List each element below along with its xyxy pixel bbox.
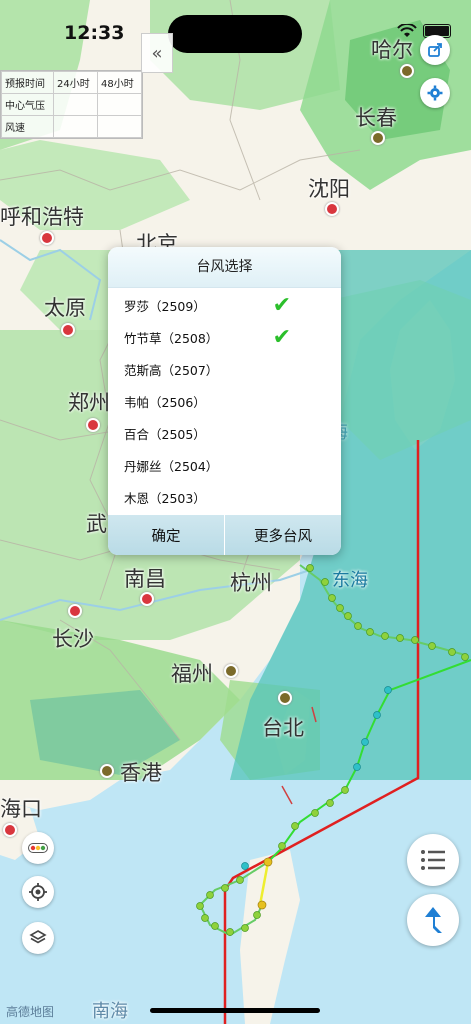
- city-dot-zhengzhou: [86, 418, 100, 432]
- map-label-changsha: 长沙: [52, 627, 94, 651]
- city-dot-changchun: [371, 131, 385, 145]
- table-cell: [53, 93, 98, 116]
- traffic-button[interactable]: [22, 832, 54, 864]
- city-dot-taibei: [278, 691, 292, 705]
- gear-icon: [427, 85, 443, 101]
- table-row: 风速: [0, 115, 142, 138]
- forecast-info-table: 预报时间 24小时 48小时 中心气压 风速: [0, 70, 143, 139]
- map-label-hangzhou: 杭州: [230, 571, 272, 595]
- map-label-zhengzhou: 郑州: [68, 391, 110, 415]
- typhoon-select-dialog: 台风选择 罗莎（2509） ✔ 竹节草（2508） ✔ 范斯高（2507） 韦帕…: [108, 247, 341, 555]
- check-icon: ✔: [272, 324, 291, 350]
- typhoon-name: 百合（2505）: [124, 426, 206, 442]
- map-label-nanchang: 南昌: [124, 567, 166, 591]
- dialog-buttons: 确定 更多台风: [108, 515, 341, 555]
- table-cell: [53, 115, 98, 138]
- home-indicator[interactable]: [150, 1008, 320, 1013]
- typhoon-item-2508[interactable]: 竹节草（2508） ✔: [108, 321, 341, 353]
- table-cell: [97, 93, 142, 116]
- map-label-shenyang: 沈阳: [308, 177, 350, 201]
- dialog-title: 台风选择: [108, 247, 341, 288]
- city-dot-changsha: [68, 604, 82, 618]
- map-label-taiyuan: 太原: [44, 296, 86, 320]
- map-label-fuzhou: 福州: [171, 662, 213, 686]
- typhoon-item-2505[interactable]: 百合（2505）: [108, 417, 341, 449]
- collapse-table-button[interactable]: «: [141, 33, 173, 73]
- city-dot-fuzhou: [224, 664, 238, 678]
- table-row: 中心气压: [0, 93, 142, 116]
- share-icon: [428, 43, 442, 57]
- map-label-haikou: 海口: [0, 797, 42, 821]
- city-dot-haerbin: [400, 64, 414, 78]
- map-label-huhehaote: 呼和浩特: [0, 205, 84, 229]
- city-dot-taiyuan: [61, 323, 75, 337]
- typhoon-name: 韦帕（2506）: [124, 394, 206, 410]
- city-dot-haikou: [3, 823, 17, 837]
- dynamic-island: [168, 15, 302, 53]
- navigate-button[interactable]: [407, 894, 459, 946]
- city-dot-shenyang: [325, 202, 339, 216]
- typhoon-name: 竹节草（2508）: [124, 330, 219, 346]
- settings-button[interactable]: [420, 78, 450, 108]
- city-dot-huhehaote: [40, 231, 54, 245]
- layers-button[interactable]: [22, 922, 54, 954]
- list-button[interactable]: [407, 834, 459, 886]
- table-header-row: 预报时间 24小时 48小时: [0, 71, 142, 94]
- table-row-label: 风速: [0, 115, 55, 138]
- map-label-xianggang: 香港: [120, 761, 162, 785]
- map-label-donghai: 东海: [332, 570, 368, 591]
- typhoon-name: 木恩（2503）: [124, 490, 206, 506]
- typhoon-name: 罗莎（2509）: [124, 298, 206, 314]
- table-header-cell: 24小时: [53, 71, 98, 94]
- navigate-icon: [425, 907, 442, 933]
- map-label-taibei: 台北: [262, 716, 304, 740]
- more-typhoons-button[interactable]: 更多台风: [224, 515, 341, 555]
- typhoon-item-2509[interactable]: 罗莎（2509） ✔: [108, 289, 341, 321]
- map-label-nanhai: 南海: [92, 1001, 128, 1022]
- map-brand-logo: 高德地图: [6, 1005, 55, 1019]
- confirm-button[interactable]: 确定: [108, 515, 224, 555]
- status-time: 12:33: [64, 22, 125, 44]
- typhoon-name: 范斯高（2507）: [124, 362, 219, 378]
- traffic-icon: [28, 843, 48, 853]
- share-button[interactable]: [420, 35, 450, 65]
- typhoon-item-2503[interactable]: 木恩（2503）: [108, 481, 341, 513]
- status-icons: [397, 24, 451, 38]
- typhoon-item-2507[interactable]: 范斯高（2507）: [108, 353, 341, 385]
- map-label-changchun: 长春: [355, 106, 397, 130]
- table-header-cell: 预报时间: [0, 71, 55, 94]
- list-icon: [421, 850, 445, 870]
- typhoon-name: 丹娜丝（2504）: [124, 458, 219, 474]
- typhoon-list: 罗莎（2509） ✔ 竹节草（2508） ✔ 范斯高（2507） 韦帕（2506…: [108, 288, 341, 513]
- locate-icon: [29, 883, 47, 901]
- collapse-icon: «: [151, 42, 163, 64]
- locate-button[interactable]: [22, 876, 54, 908]
- map-label-wu: 武: [86, 512, 107, 536]
- check-icon: ✔: [272, 292, 291, 318]
- city-dot-nanchang: [140, 592, 154, 606]
- table-cell: [97, 115, 142, 138]
- city-dot-xianggang: [100, 764, 114, 778]
- map-label-haerbin: 哈尔: [371, 38, 413, 62]
- layers-icon: [29, 930, 47, 944]
- table-row-label: 中心气压: [0, 93, 55, 116]
- wifi-icon: [397, 24, 417, 37]
- table-header-cell: 48小时: [97, 71, 142, 94]
- typhoon-item-2506[interactable]: 韦帕（2506）: [108, 385, 341, 417]
- typhoon-item-2504[interactable]: 丹娜丝（2504）: [108, 449, 341, 481]
